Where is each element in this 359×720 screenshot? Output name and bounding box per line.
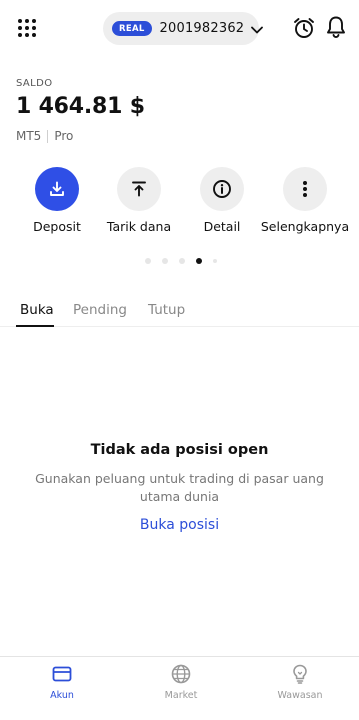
more-vertical-icon bbox=[283, 167, 327, 211]
detail-label: Detail bbox=[203, 219, 241, 234]
platform-label: MT5 bbox=[16, 129, 42, 143]
withdraw-label: Tarik dana bbox=[106, 219, 172, 234]
account-type-badge: REAL bbox=[112, 21, 152, 36]
carousel-pager bbox=[145, 258, 228, 264]
pager-dot[interactable] bbox=[145, 258, 151, 264]
card-icon bbox=[22, 663, 102, 685]
nav-item-market[interactable]: Market bbox=[141, 663, 221, 701]
withdraw-button[interactable]: Tarik dana bbox=[94, 167, 184, 234]
bell-icon[interactable] bbox=[325, 15, 347, 39]
globe-icon bbox=[141, 663, 221, 685]
pager-dot[interactable] bbox=[213, 259, 217, 263]
tab-tutup[interactable]: Tutup bbox=[148, 302, 185, 318]
top-bar: REAL 2001982362 bbox=[0, 0, 359, 58]
more-button[interactable]: Selengkapnya bbox=[260, 167, 350, 234]
account-number: 2001982362 bbox=[159, 21, 245, 36]
active-tab-indicator bbox=[16, 325, 54, 327]
info-icon bbox=[200, 167, 244, 211]
meta-divider bbox=[47, 129, 49, 143]
pager-dot[interactable] bbox=[162, 258, 168, 264]
alarm-clock-icon[interactable] bbox=[292, 16, 316, 40]
tab-pending[interactable]: Pending bbox=[73, 302, 127, 318]
download-icon bbox=[35, 167, 79, 211]
positions-tabs: Buka Pending Tutup bbox=[0, 296, 359, 327]
bottom-navigation: Akun Market Wawasan bbox=[0, 656, 359, 720]
grid-menu-icon[interactable] bbox=[16, 17, 38, 39]
nav-item-akun[interactable]: Akun bbox=[22, 663, 102, 701]
pager-dot-active[interactable] bbox=[196, 258, 202, 264]
nav-label-market: Market bbox=[164, 690, 198, 701]
nav-label-akun: Akun bbox=[50, 690, 74, 701]
account-meta: MT5 Pro bbox=[16, 129, 73, 143]
account-type-label: Pro bbox=[54, 129, 74, 143]
account-selector[interactable]: REAL 2001982362 bbox=[103, 12, 264, 45]
deposit-button[interactable]: Deposit bbox=[12, 167, 102, 234]
more-label: Selengkapnya bbox=[260, 219, 350, 234]
open-position-link[interactable]: Buka posisi bbox=[0, 517, 359, 533]
upload-icon bbox=[117, 167, 161, 211]
pager-dot[interactable] bbox=[179, 258, 185, 264]
tab-buka[interactable]: Buka bbox=[20, 302, 54, 318]
balance-label: SALDO bbox=[16, 78, 53, 89]
account-actions: Deposit Tarik dana Detail Selengkapnya bbox=[0, 167, 359, 237]
detail-button[interactable]: Detail bbox=[177, 167, 267, 234]
nav-item-wawasan[interactable]: Wawasan bbox=[260, 663, 340, 701]
lightbulb-icon bbox=[260, 663, 340, 685]
deposit-label: Deposit bbox=[33, 219, 81, 234]
empty-state-description: Gunakan peluang untuk trading di pasar u… bbox=[35, 471, 324, 504]
balance-amount: 1 464.81 $ bbox=[16, 94, 145, 119]
empty-state-title: Tidak ada posisi open bbox=[90, 442, 269, 458]
chevron-down-icon bbox=[251, 19, 264, 38]
nav-label-wawasan: Wawasan bbox=[277, 690, 323, 701]
